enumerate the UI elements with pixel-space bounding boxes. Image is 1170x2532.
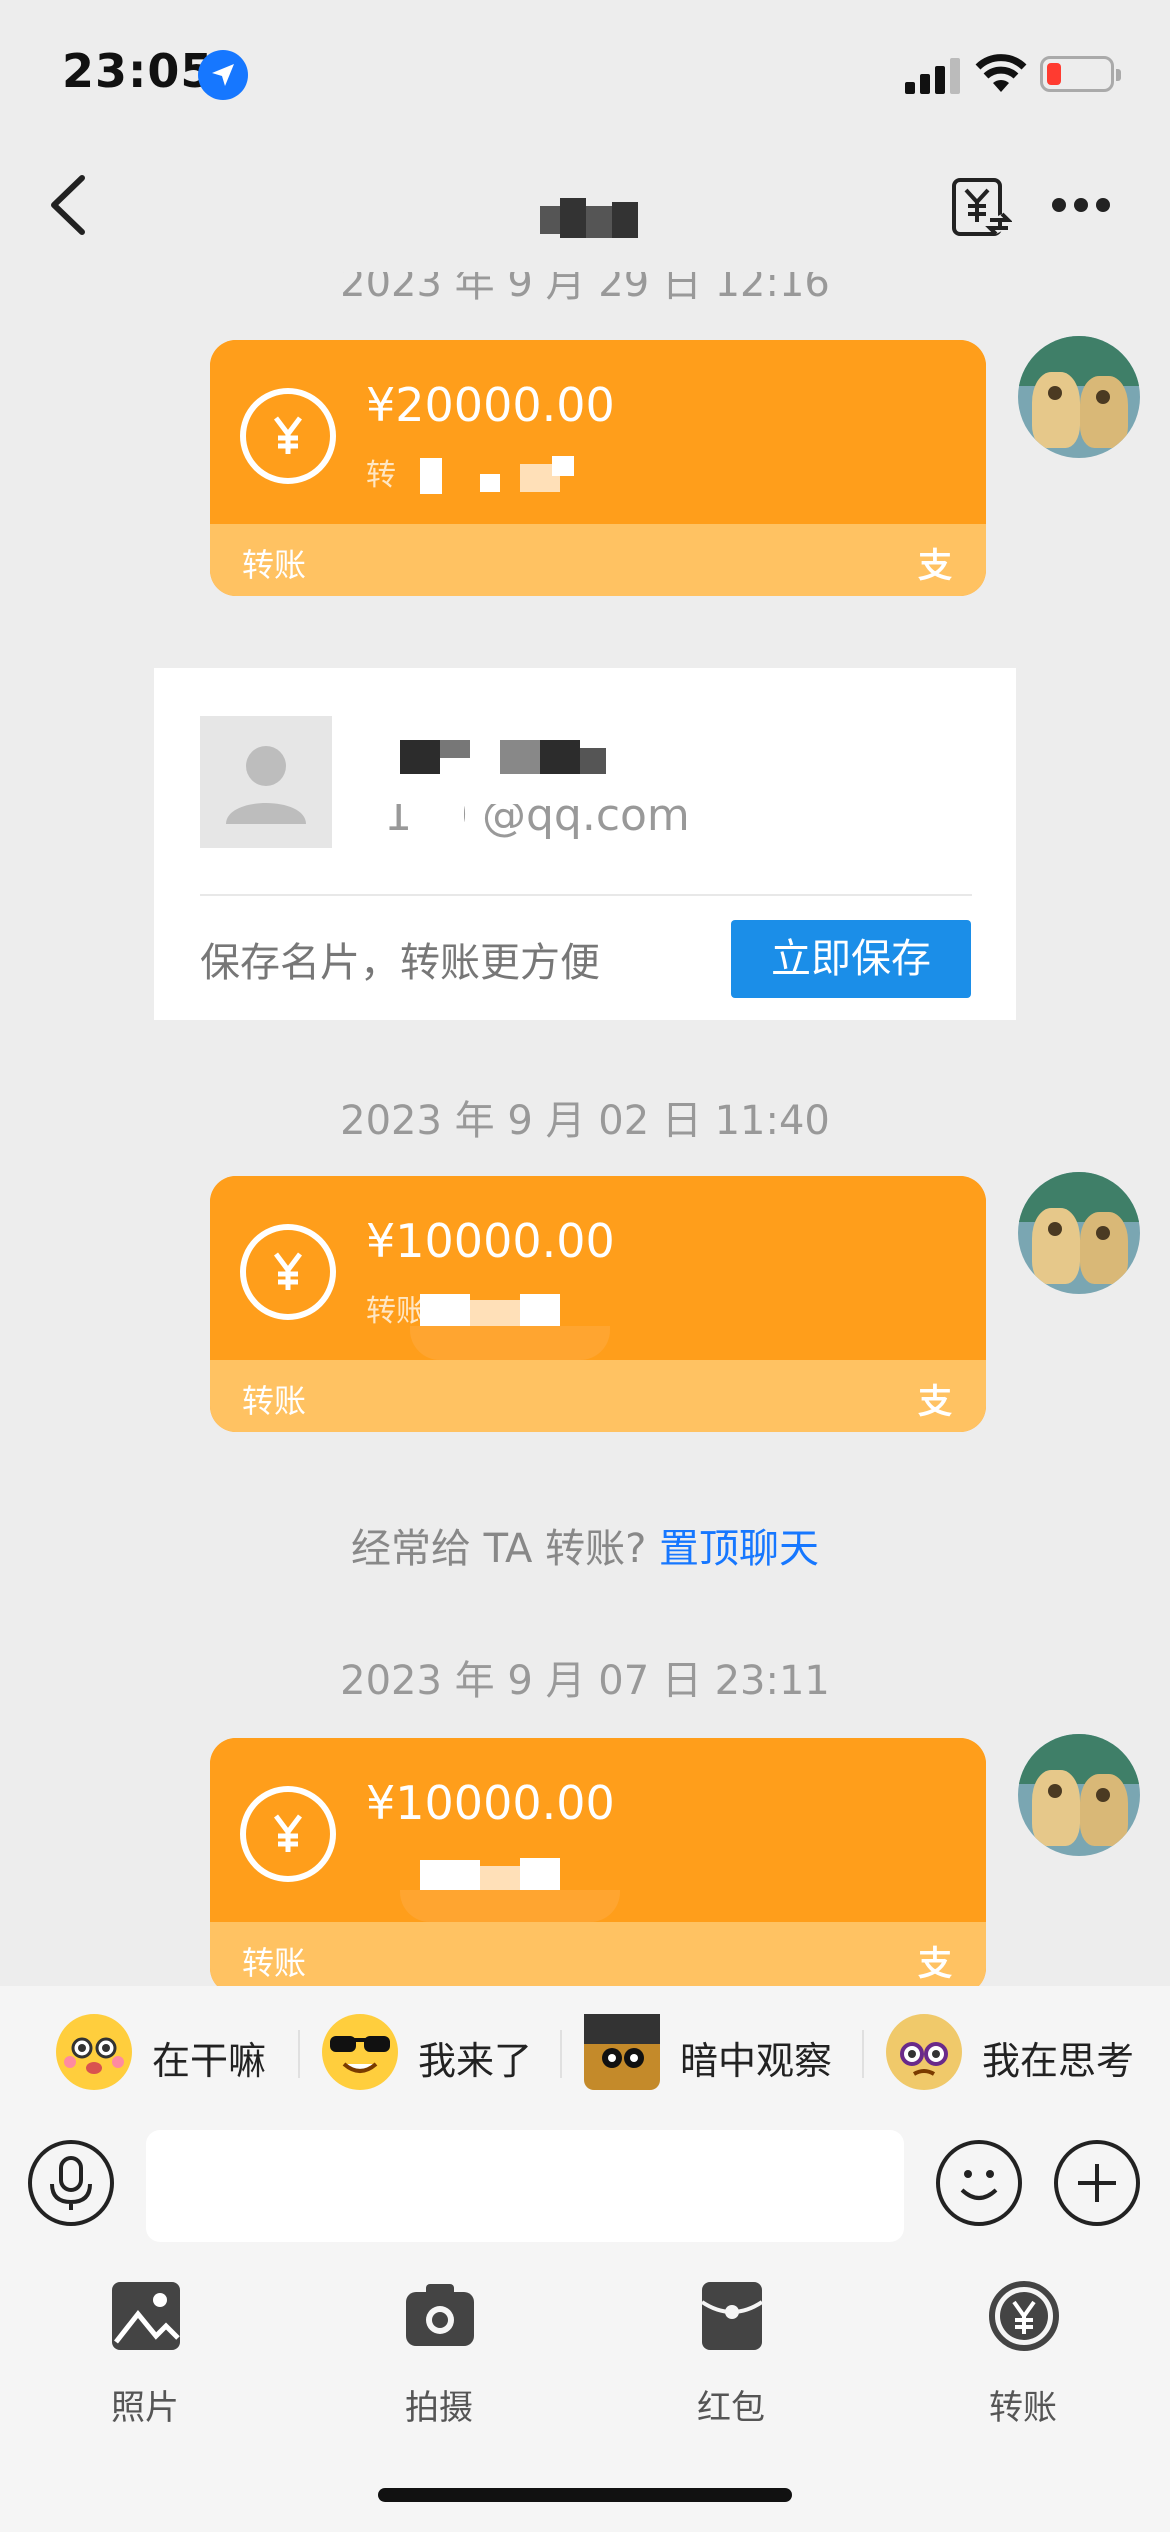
transfer-note: 转: [366, 458, 396, 493]
transfer-card[interactable]: ¥10000.00 转账 支: [210, 1738, 986, 1994]
emoji-suggestion-bar: 在干嘛 我来了 暗中观察 我在思考: [0, 1986, 1170, 2124]
more-actions-button[interactable]: [1054, 2140, 1140, 2226]
smiley-icon: [960, 2170, 998, 2200]
photo-button[interactable]: 照片: [70, 2280, 220, 2440]
transfer-note: 转账: [366, 1294, 426, 1329]
suggestion-sticker[interactable]: 我来了: [322, 2014, 542, 2098]
red-packet-icon: [700, 2282, 764, 2350]
contact-placeholder-icon: [200, 716, 332, 848]
alipay-logo-icon: 支: [918, 1944, 952, 1984]
suggestion-label: 在干嘛: [152, 2039, 267, 2083]
home-indicator[interactable]: [378, 2488, 792, 2502]
plus-icon: [1078, 2164, 1116, 2202]
peeking-face-icon: [584, 2014, 660, 2090]
transfer-yuan-icon[interactable]: [950, 176, 1012, 238]
transfer-amount: ¥10000.00: [366, 1776, 615, 1830]
transfer-card[interactable]: ¥20000.00 转 转账 支: [210, 340, 986, 596]
timestamp: 2023 年 9 月 02 日 11:40: [340, 1098, 830, 1144]
suggestion-sticker[interactable]: 暗中观察: [584, 2014, 844, 2098]
timestamp: 2023 年 9 月 07 日 23:11: [340, 1658, 830, 1704]
camera-button[interactable]: 拍摄: [364, 2280, 514, 2440]
thinking-face-icon: [886, 2014, 962, 2090]
chat-title: [540, 198, 640, 238]
alipay-logo-icon: 支: [918, 1382, 952, 1422]
photo-icon: [112, 2282, 180, 2350]
transfer-yuan-icon: [240, 1224, 336, 1320]
sunglasses-face-icon: [322, 2014, 398, 2090]
transfer-amount: ¥10000.00: [366, 1214, 615, 1268]
pin-chat-tip-text: 经常给 TA 转账?: [350, 1526, 660, 1572]
transfer-card[interactable]: ¥10000.00 转账 转账 支: [210, 1176, 986, 1432]
divider: [200, 894, 972, 896]
transfer-label: 转账: [242, 1944, 307, 1982]
save-contact-hint: 保存名片，转账更方便: [200, 940, 600, 986]
transfer-label: 转账: [242, 546, 307, 584]
transfer-yuan-icon: [240, 1786, 336, 1882]
avatar[interactable]: [1018, 336, 1140, 458]
transfer-amount: ¥20000.00: [366, 378, 615, 432]
tool-label: 转账: [989, 2388, 1057, 2428]
cellular-signal-icon: [905, 56, 961, 94]
tool-label: 红包: [697, 2388, 765, 2428]
suggestion-label: 暗中观察: [680, 2039, 833, 2083]
red-packet-button[interactable]: 红包: [656, 2280, 806, 2440]
suggestion-label: 我来了: [418, 2039, 533, 2083]
suggestion-sticker[interactable]: 我在思考: [886, 2014, 1146, 2098]
message-input[interactable]: [146, 2130, 904, 2242]
pin-chat-link[interactable]: 置顶聊天: [659, 1526, 819, 1572]
pin-chat-tip: 经常给 TA 转账? 置顶聊天: [0, 1516, 1170, 1574]
avatar[interactable]: [1018, 1734, 1140, 1856]
status-bar: 23:05: [0, 0, 1170, 140]
more-options-icon[interactable]: [1052, 194, 1112, 218]
battery-icon: [1040, 56, 1121, 92]
tool-label: 拍摄: [405, 2388, 473, 2428]
tool-label: 照片: [111, 2388, 179, 2428]
composer: [0, 2124, 1170, 2248]
emoji-button[interactable]: [936, 2140, 1022, 2226]
camera-icon: [406, 2284, 474, 2346]
suggestion-sticker[interactable]: 在干嘛: [56, 2014, 286, 2098]
save-contact-card: 170 @qq.com 保存名片，转账更方便 立即保存: [154, 668, 1016, 1020]
suggestion-label: 我在思考: [982, 2039, 1135, 2083]
alipay-logo-icon: 支: [918, 546, 952, 586]
transfer-icon: [989, 2281, 1059, 2351]
transfer-label: 转账: [242, 1382, 307, 1420]
shy-face-icon: [56, 2014, 132, 2090]
transfer-button[interactable]: 转账: [948, 2280, 1098, 2440]
voice-input-button[interactable]: [28, 2140, 114, 2226]
status-time: 23:05: [62, 44, 214, 98]
transfer-yuan-icon: [240, 388, 336, 484]
location-arrow-icon: [198, 50, 248, 100]
save-contact-button[interactable]: 立即保存: [731, 920, 971, 998]
microphone-icon: [50, 2156, 92, 2210]
chat-header: [0, 140, 1170, 272]
back-chevron-icon[interactable]: [38, 170, 98, 240]
wifi-icon: [975, 54, 1027, 92]
avatar[interactable]: [1018, 1172, 1140, 1294]
